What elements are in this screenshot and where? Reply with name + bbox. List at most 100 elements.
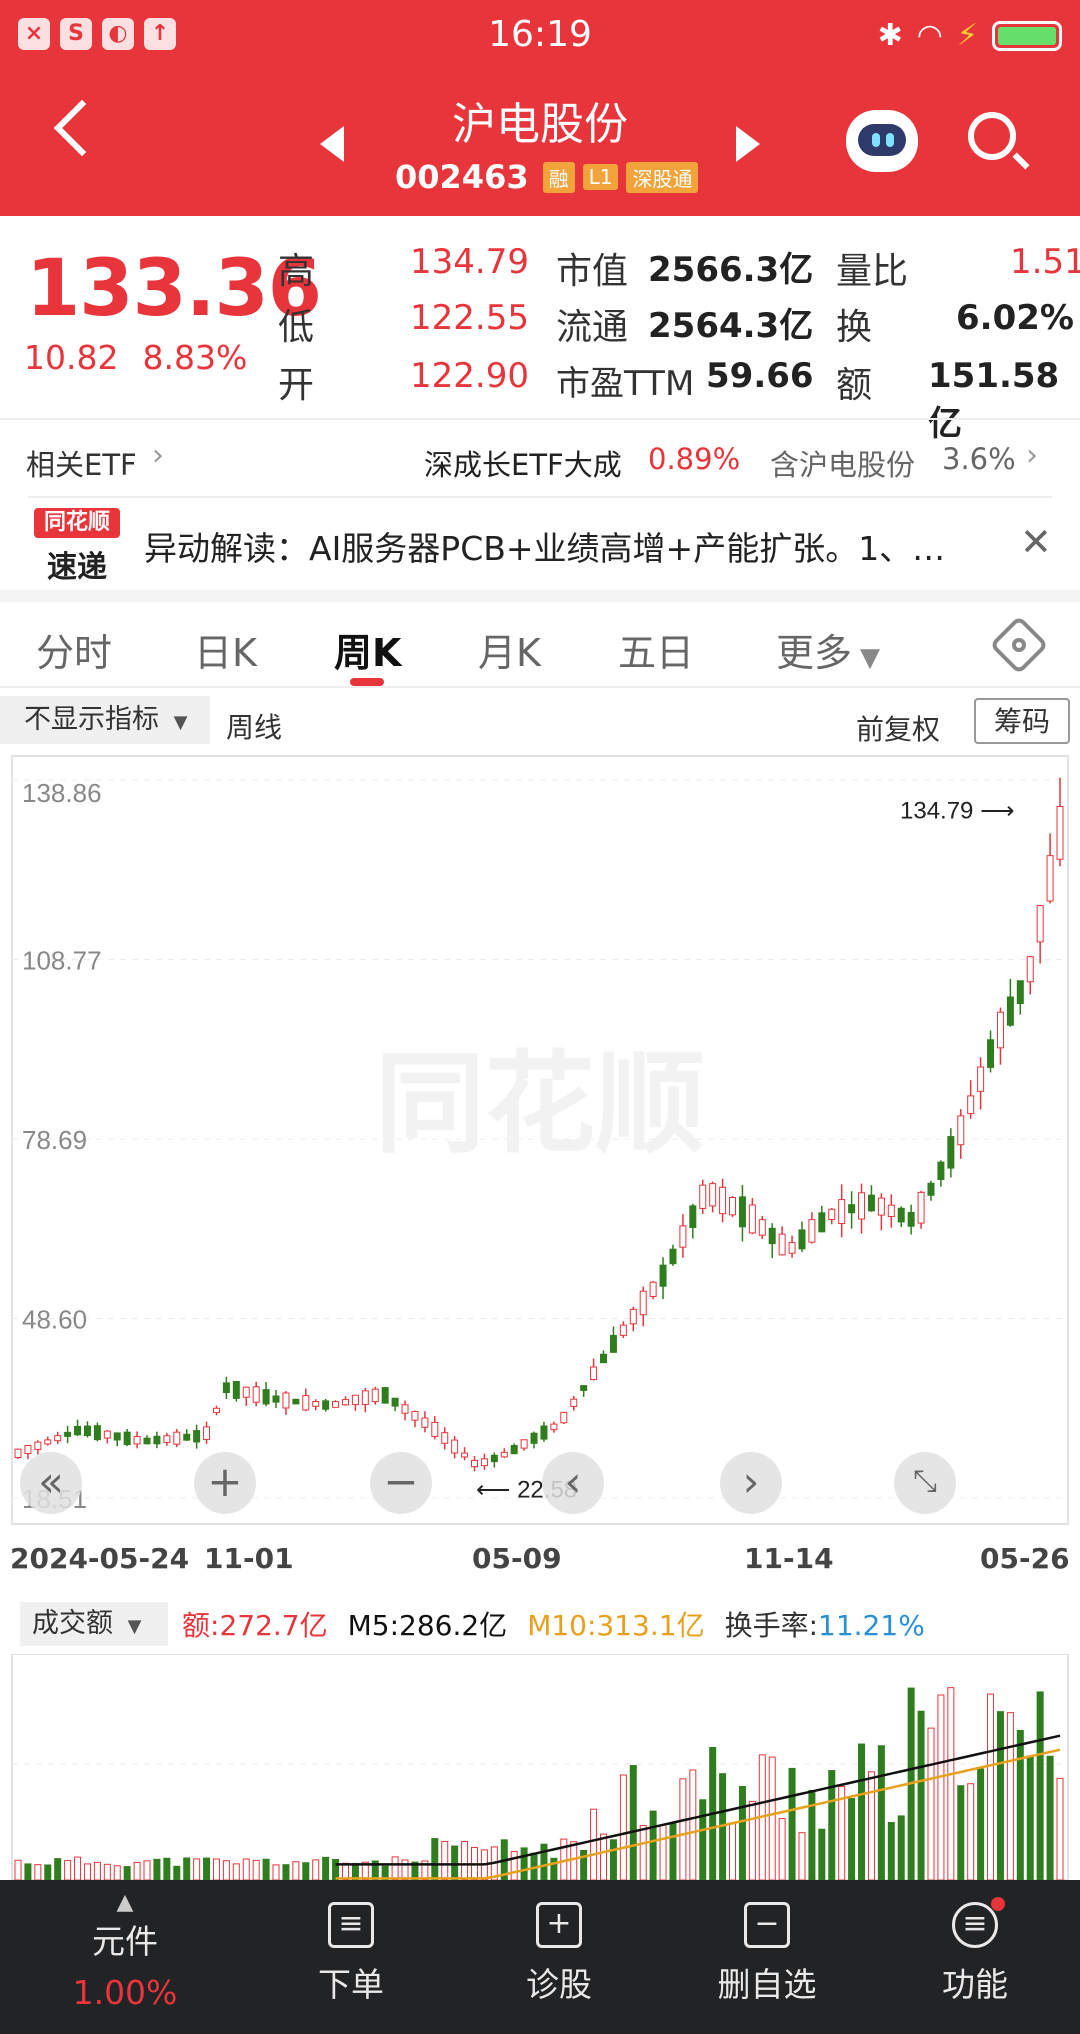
tab-weekly-k[interactable]: 周K — [334, 622, 401, 677]
volume-bar — [967, 1783, 975, 1880]
order-button[interactable]: ≡ 下单 — [266, 1902, 436, 2006]
candle-body — [163, 1435, 171, 1443]
volume-ratio-label: 量比 — [836, 251, 909, 292]
tag-connect: 深股通 — [626, 161, 699, 193]
candle-body — [173, 1431, 181, 1445]
candle-body — [1036, 905, 1044, 943]
function-button[interactable]: ≡ 功能 — [890, 1897, 1060, 2006]
price-change: 10.82 — [24, 338, 119, 377]
assistant-robot-icon[interactable] — [846, 110, 918, 172]
volume-bar — [858, 1743, 866, 1880]
divider — [28, 496, 1052, 498]
mcap-label: 市值 — [556, 251, 629, 292]
volume-bar — [590, 1808, 598, 1880]
settings-icon[interactable] — [989, 615, 1049, 675]
volume-bar — [431, 1838, 439, 1880]
candle-body — [828, 1208, 836, 1221]
zoom-out-button[interactable]: − — [370, 1452, 432, 1514]
candle-body — [719, 1186, 727, 1215]
candle-body — [669, 1248, 677, 1265]
volume-bar — [818, 1828, 826, 1880]
volume-indicator-dropdown[interactable]: 成交额 ▼ — [20, 1602, 168, 1646]
volume-bar — [1006, 1712, 1014, 1880]
tab-intraday[interactable]: 分时 — [36, 622, 112, 677]
volume-bar — [14, 1859, 22, 1880]
news-logo-top: 同花顺 — [34, 508, 120, 538]
indicator-dropdown[interactable]: 不显示指标 ▼ — [0, 696, 210, 744]
high-label: 高 — [278, 251, 315, 292]
scroll-left-button[interactable]: ‹ — [542, 1452, 604, 1514]
candle-body — [262, 1389, 270, 1405]
tab-five-day[interactable]: 五日 — [618, 622, 694, 677]
candle-body — [967, 1095, 975, 1115]
candle-body — [788, 1242, 796, 1254]
candle-body — [778, 1233, 786, 1256]
component-change: 1.00% — [72, 1973, 178, 2012]
chips-button[interactable]: 筹码 — [974, 698, 1070, 744]
watermark: 同花顺 — [375, 1043, 705, 1166]
candle-body — [768, 1227, 776, 1245]
candle-body — [34, 1441, 42, 1450]
x-tick: 05-26 — [980, 1542, 1070, 1575]
candle-body — [143, 1437, 151, 1445]
volume-bar — [679, 1778, 687, 1880]
candle-body — [927, 1182, 935, 1196]
volume-bar — [699, 1799, 707, 1880]
news-headline[interactable]: 异动解读：AI服务器PCB+业绩高增+产能扩张。1、… — [144, 522, 1004, 570]
component-button[interactable]: ▲ 元件 1.00% — [40, 1890, 210, 2012]
fullscreen-icon[interactable]: ⤡ — [894, 1452, 956, 1514]
candle-body — [659, 1264, 667, 1287]
candle-body — [540, 1425, 548, 1440]
volume-bar — [44, 1864, 52, 1880]
volume-bar — [917, 1710, 925, 1880]
candle-body — [272, 1395, 280, 1403]
tab-monthly-k[interactable]: 月K — [478, 622, 541, 677]
candle-body — [242, 1386, 250, 1398]
candle-body — [550, 1423, 558, 1431]
news-logo-bottom: 速递 — [47, 550, 107, 585]
candle-body — [391, 1397, 399, 1407]
candle-body — [1026, 956, 1034, 983]
volume-bar — [203, 1857, 211, 1880]
chart-tabs: 分时 日K 周K 月K 五日 更多 ▼ — [0, 606, 1080, 686]
volume-bar — [212, 1858, 220, 1880]
scroll-right-button[interactable]: › — [720, 1452, 782, 1514]
candle-body — [887, 1204, 895, 1218]
battery-icon — [992, 20, 1062, 51]
candle-body — [83, 1425, 91, 1436]
candle-body — [411, 1410, 419, 1421]
chevron-right-icon: › — [1026, 438, 1038, 473]
minus-box-icon: − — [744, 1902, 790, 1948]
volume-bar — [768, 1756, 776, 1880]
volume-bar — [153, 1858, 161, 1880]
tab-daily-k[interactable]: 日K — [194, 622, 257, 677]
zoom-in-button[interactable]: + — [194, 1452, 256, 1514]
stock-name: 沪电股份 — [452, 99, 628, 150]
divider — [0, 686, 1080, 688]
kline-chart[interactable]: 同花顺 138.86108.7778.6948.6018.51134.79 ⟶⟵… — [0, 752, 1080, 1562]
close-icon[interactable]: ✕ — [1020, 520, 1052, 564]
candle-body — [689, 1205, 697, 1228]
next-stock-button[interactable] — [736, 126, 760, 162]
etf-change: 0.89% — [648, 442, 741, 476]
tab-more[interactable]: 更多 ▼ — [776, 622, 880, 677]
volume-bar — [441, 1840, 449, 1880]
candle-body — [580, 1385, 588, 1391]
volume-bar — [1016, 1729, 1024, 1880]
search-icon[interactable] — [968, 112, 1016, 160]
adjust-toggle[interactable]: 前复权 — [856, 708, 940, 748]
diagnose-button[interactable]: + 诊股 — [474, 1902, 644, 2006]
candle-body — [590, 1366, 598, 1381]
related-etf-row[interactable]: 相关ETF › 深成长ETF大成 0.89% 含沪电股份 3.6% › — [0, 424, 1080, 494]
candle-body — [203, 1426, 211, 1440]
volume-bar — [659, 1824, 667, 1880]
rewind-icon[interactable]: « — [20, 1452, 82, 1514]
remove-watchlist-button[interactable]: − 删自选 — [682, 1902, 852, 2006]
volume-bar — [867, 1771, 875, 1880]
candle-body — [302, 1395, 310, 1411]
candle-body — [193, 1430, 201, 1443]
candle-body — [232, 1381, 240, 1399]
etf-holding-pct: 3.6% — [942, 442, 1016, 476]
candle-body — [1006, 996, 1014, 1026]
candle-body — [480, 1458, 488, 1467]
